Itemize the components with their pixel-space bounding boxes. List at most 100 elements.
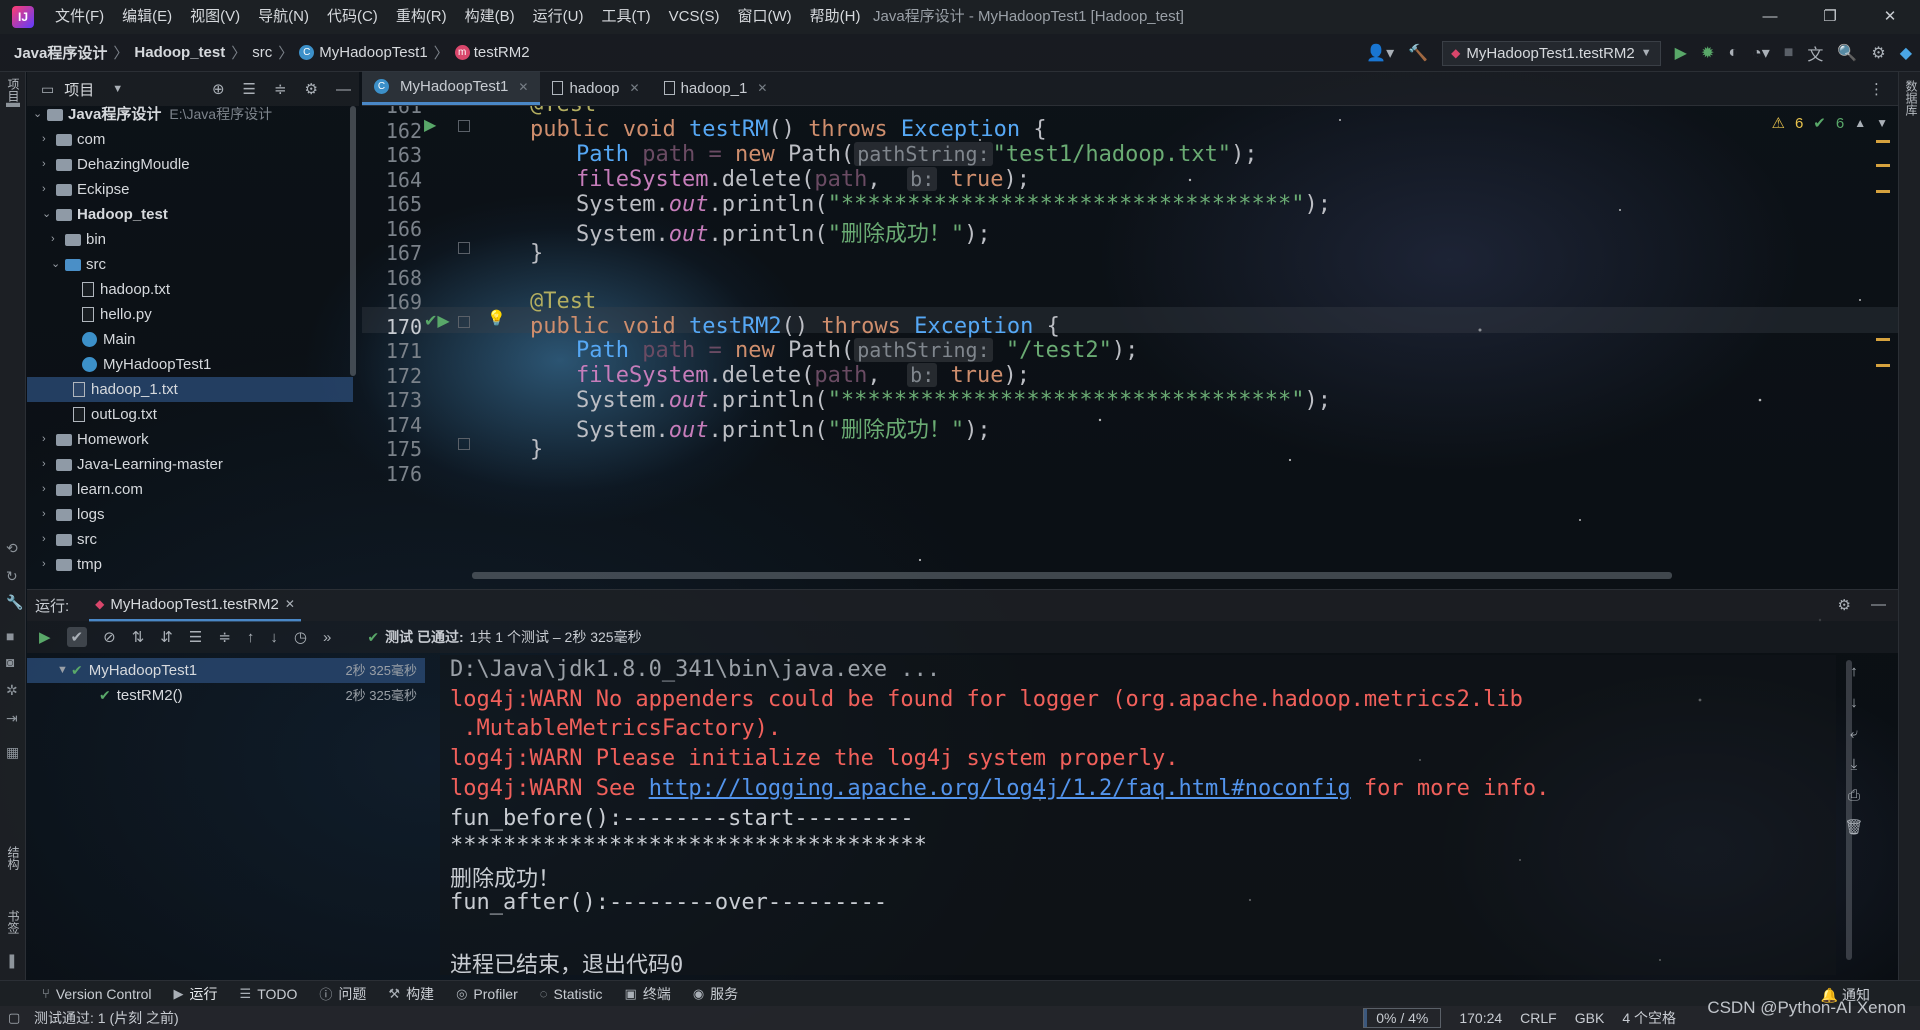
structure-tool-label[interactable]: 结构 — [5, 846, 22, 870]
chevron-right-icon[interactable]: › — [42, 152, 56, 177]
menu-navigate[interactable]: 导航(N) — [249, 0, 318, 34]
sort-alpha-icon[interactable]: ⇅ — [132, 628, 145, 646]
menu-code[interactable]: 代码(C) — [318, 0, 387, 34]
menu-run[interactable]: 运行(U) — [524, 0, 593, 34]
tree-item[interactable]: MyHadoopTest1 — [60, 352, 211, 377]
menu-refactor[interactable]: 重构(R) — [387, 0, 456, 34]
bookmark-icon[interactable]: ❚ — [6, 952, 18, 969]
chevron-down-icon[interactable]: ▼ — [57, 658, 71, 683]
menu-tools[interactable]: 工具(T) — [592, 0, 659, 34]
menu-help[interactable]: 帮助(H) — [801, 0, 870, 34]
tool-run[interactable]: ▶ 运行 — [174, 984, 218, 1004]
sync-icon[interactable]: ↻ — [6, 568, 18, 585]
soft-wrap-icon[interactable]: ⤶ — [1850, 725, 1858, 742]
tree-item[interactable]: › Eckipse — [42, 177, 130, 202]
exit-icon[interactable]: ⇥ — [6, 710, 18, 727]
plugin-logo-icon[interactable]: ◆ — [1900, 43, 1912, 63]
menu-vcs[interactable]: VCS(S) — [660, 0, 729, 34]
tree-item[interactable]: › DehazingMoudle — [42, 152, 190, 177]
gear-icon[interactable]: ⚙ — [305, 80, 318, 98]
hide-panel-icon[interactable]: — — [336, 81, 351, 98]
chevron-right-icon[interactable]: › — [51, 227, 65, 252]
collapse-all-icon[interactable]: ≑ — [218, 628, 231, 646]
fold-icon[interactable] — [458, 438, 470, 450]
rerun-icon[interactable]: ⟲ — [6, 540, 18, 557]
gear-icon[interactable]: ⚙ — [1871, 43, 1885, 63]
fold-icon[interactable] — [458, 242, 470, 254]
menu-file[interactable]: 文件(F) — [46, 0, 113, 34]
tree-item[interactable]: › com — [42, 127, 105, 152]
show-passed-icon[interactable]: ✔ — [66, 627, 88, 647]
layout-icon[interactable]: ▦ — [6, 744, 19, 761]
menu-window[interactable]: 窗口(W) — [728, 0, 800, 34]
close-icon[interactable]: ✕ — [630, 81, 640, 95]
chevron-right-icon[interactable]: › — [42, 552, 56, 577]
tool-version-control[interactable]: ⑂ Version Control — [42, 986, 152, 1002]
warning-marker[interactable] — [1876, 190, 1890, 193]
trash-icon[interactable]: 🗑 — [1844, 818, 1863, 836]
arrow-up-icon[interactable]: ↑ — [247, 629, 255, 646]
tree-item[interactable]: Main — [60, 327, 136, 352]
tool-statistic[interactable]: ◌ Statistic — [540, 986, 603, 1002]
arrow-down-icon[interactable]: ↓ — [1850, 694, 1858, 711]
chevron-down-icon[interactable]: ⌄ — [51, 252, 65, 277]
folder-icon[interactable]: ▬ — [6, 94, 20, 110]
tree-item[interactable]: › src — [42, 527, 97, 552]
more-vertical-icon[interactable]: ⋮ — [1869, 80, 1884, 98]
console-link[interactable]: http://logging.apache.org/log4j/1.2/faq.… — [649, 776, 1351, 801]
restore-button[interactable]: ❐ — [1800, 0, 1860, 34]
coverage-icon[interactable]: ◐ — [1728, 44, 1738, 62]
chevron-right-icon[interactable]: › — [42, 477, 56, 502]
test-row[interactable]: ▼ ✔ MyHadoopTest1 2秒 325毫秒 — [27, 658, 425, 683]
panel-toggle-icon[interactable]: ▢ — [8, 1010, 20, 1026]
show-ignored-icon[interactable]: ⊘ — [103, 628, 116, 646]
breadcrumb-src[interactable]: src — [252, 44, 272, 61]
chevron-right-icon[interactable]: › — [42, 502, 56, 527]
tree-item[interactable]: ⌄ Hadoop_test — [42, 202, 168, 227]
settings-icon[interactable]: ✲ — [6, 682, 18, 699]
chevron-right-icon[interactable]: › — [42, 452, 56, 477]
translate-icon[interactable]: 文 — [1807, 41, 1823, 65]
more-icon[interactable]: » — [323, 629, 331, 646]
menu-build[interactable]: 构建(B) — [456, 0, 524, 34]
breadcrumb-class[interactable]: MyHadoopTest1 — [319, 44, 427, 61]
expand-all-icon[interactable]: ☰ — [243, 80, 256, 98]
tree-item[interactable]: › Homework — [42, 427, 149, 452]
tree-item[interactable]: › tmp — [42, 552, 102, 577]
close-icon[interactable]: ✕ — [285, 597, 295, 611]
expand-all-icon[interactable]: ☰ — [189, 628, 202, 646]
tab-hadoop-1[interactable]: hadoop_1 ✕ — [652, 71, 780, 105]
fold-icon[interactable] — [458, 316, 470, 328]
test-row[interactable]: ✔ testRM2() 2秒 325毫秒 — [27, 683, 425, 708]
tree-item[interactable]: ⌄ src — [51, 252, 106, 277]
arrow-down-icon[interactable]: ↓ — [270, 629, 278, 646]
run-icon[interactable]: ▶ — [1675, 43, 1687, 63]
chevron-right-icon[interactable]: › — [42, 527, 56, 552]
build-hammer-icon[interactable]: 🔨 — [1408, 43, 1428, 63]
tree-item[interactable]: outLog.txt — [51, 402, 157, 427]
breadcrumb-method[interactable]: testRM2 — [474, 44, 530, 61]
minimize-button[interactable]: — — [1740, 0, 1800, 34]
run-test-passed-icon[interactable]: ✔▶ — [424, 311, 450, 331]
print-icon[interactable]: ⎙ — [1848, 787, 1860, 804]
tab-hadoop[interactable]: hadoop ✕ — [540, 71, 651, 105]
history-icon[interactable]: ◷ — [294, 628, 307, 646]
chevron-down-icon[interactable]: ⌄ — [42, 202, 56, 227]
code-editor[interactable]: 161 162 163 164 165 166 167 168 169 170 171 172 173 1… — [362, 106, 1898, 580]
tool-todo[interactable]: ☰ TODO — [240, 986, 298, 1002]
chevron-up-icon[interactable]: ▲ — [1854, 116, 1866, 130]
hide-panel-icon[interactable]: — — [1871, 596, 1886, 614]
rerun-icon[interactable]: ▶ — [39, 628, 51, 646]
tree-item[interactable]: ⌄ Java程序设计 E:\Java程序设计 — [33, 102, 272, 127]
editor-horizontal-scrollbar[interactable] — [472, 572, 1672, 579]
warning-marker[interactable] — [1876, 164, 1890, 167]
breadcrumb-project[interactable]: Java程序设计 — [14, 42, 107, 63]
gear-icon[interactable]: ⚙ — [1838, 596, 1851, 614]
tool-build[interactable]: ⚒ 构建 — [388, 984, 434, 1004]
database-tool-label[interactable]: 数据库 — [1903, 80, 1920, 116]
wrench-icon[interactable]: 🔧 — [6, 594, 23, 611]
tree-item[interactable]: hadoop.txt — [60, 277, 170, 302]
close-icon[interactable]: ✕ — [757, 81, 767, 95]
chevron-down-icon[interactable]: ▼ — [1876, 116, 1888, 130]
tree-item[interactable]: › Java-Learning-master — [42, 452, 223, 477]
